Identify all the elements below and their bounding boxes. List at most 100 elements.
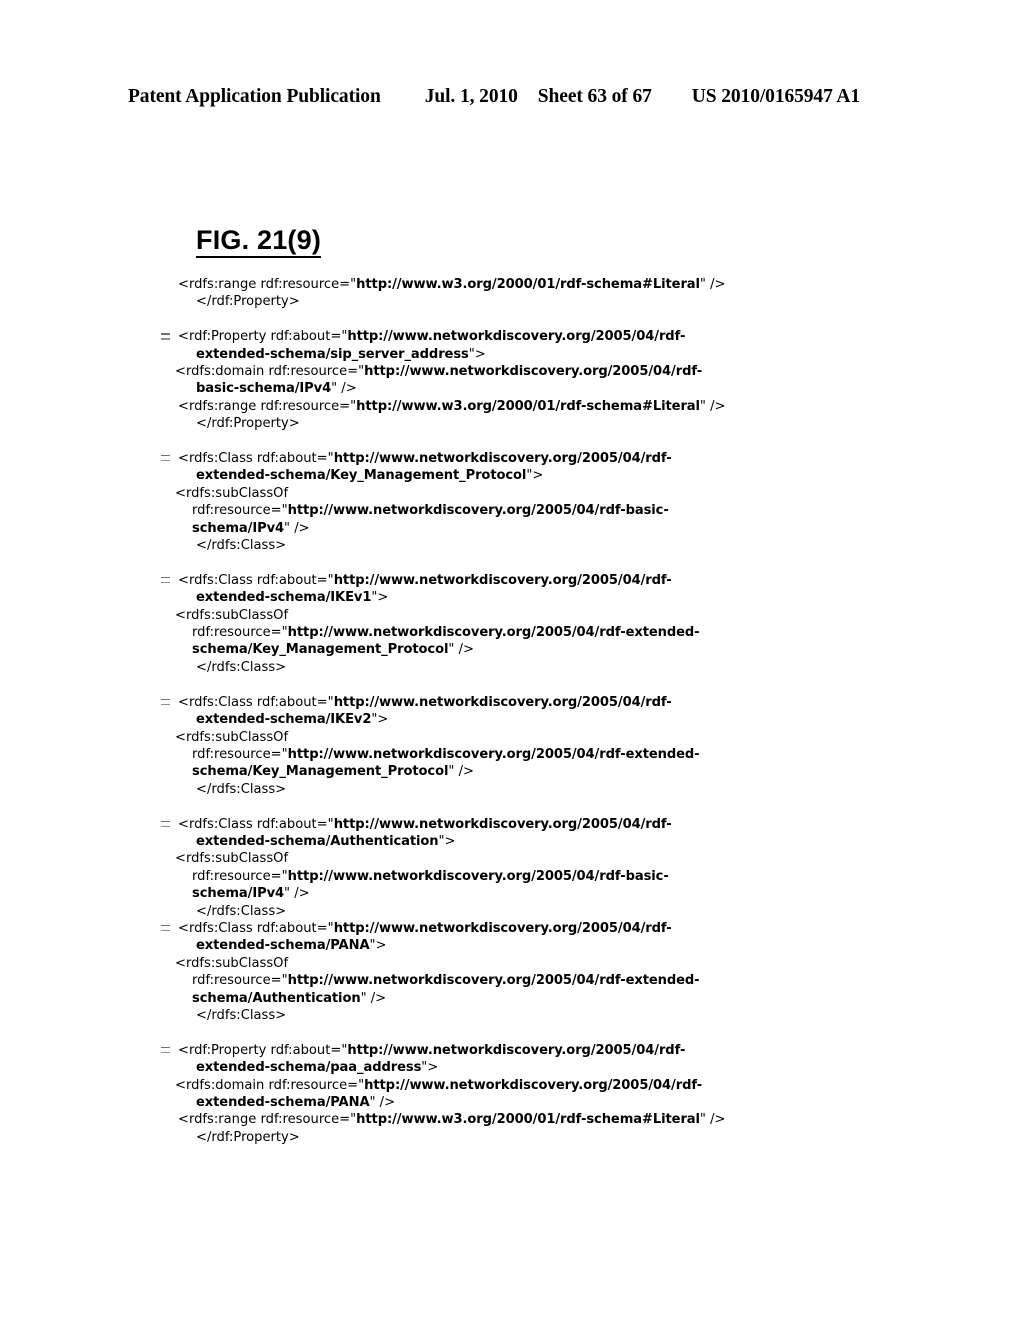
xml-tag: " /> — [448, 764, 474, 780]
xml-tag: "> — [371, 590, 389, 606]
resource-uri: http://www.networkdiscovery.org/2005/04/… — [347, 329, 686, 345]
xml-tag: rdf:resource=" — [192, 746, 288, 762]
xml-tag: rdf:resource=" — [192, 868, 288, 884]
resource-uri: extended-schema/IKEv1 — [196, 590, 372, 606]
code-line: <rdfs:Class rdf:about="http://www.networ… — [158, 816, 858, 833]
code-line: </rdfs:Class> — [158, 659, 858, 676]
code-line: <rdfs:range rdf:resource="http://www.w3.… — [158, 1111, 858, 1128]
resource-uri: schema/Key_Management_Protocol — [192, 642, 449, 658]
resource-uri: http://www.w3.org/2000/01/rdf-schema#Lit… — [356, 398, 700, 414]
xml-tag: "> — [371, 712, 389, 728]
sheet-number: Sheet 63 of 67 — [537, 86, 652, 107]
xml-tag: " /> — [699, 277, 726, 292]
xml-tag: </rdf:Property> — [196, 294, 300, 310]
collapse-toggle-icon[interactable] — [160, 1044, 171, 1056]
code-line: basic-schema/IPv4" /> — [158, 380, 858, 397]
resource-uri: http://www.networkdiscovery.org/2005/04/… — [347, 1042, 686, 1058]
resource-uri: http://www.networkdiscovery.org/2005/04/… — [287, 973, 700, 989]
xml-tag: " /> — [360, 990, 387, 1006]
code-line: rdf:resource="http://www.networkdiscover… — [158, 972, 858, 989]
code-line: </rdf:Property> — [158, 293, 858, 310]
collapse-toggle-icon[interactable] — [160, 574, 171, 586]
resource-uri: http://www.networkdiscovery.org/2005/04/… — [333, 694, 672, 710]
resource-uri: http://www.networkdiscovery.org/2005/04/… — [364, 364, 703, 380]
collapse-toggle-icon[interactable] — [160, 696, 171, 708]
xml-tag: <rdfs:Class rdf:about=" — [178, 451, 334, 467]
collapse-toggle-icon[interactable] — [160, 330, 171, 342]
xml-tag: " /> — [331, 381, 357, 397]
resource-uri: extended-schema/paa_address — [196, 1060, 422, 1076]
resource-uri: http://www.w3.org/2000/01/rdf-schema#Lit… — [356, 1112, 700, 1128]
xml-tag: " /> — [369, 1095, 396, 1110]
resource-uri: http://www.networkdiscovery.org/2005/04/… — [364, 1077, 703, 1093]
xml-tag: <rdfs:Class rdf:about=" — [178, 920, 334, 936]
resource-uri: schema/IPv4 — [192, 886, 285, 902]
code-line: rdf:resource="http://www.networkdiscover… — [158, 502, 858, 519]
code-line: extended-schema/paa_address"> — [158, 1059, 858, 1076]
xml-tag: <rdfs:domain rdf:resource=" — [175, 364, 365, 380]
xml-tag: "> — [438, 833, 456, 849]
xml-tag: "> — [468, 346, 486, 362]
xml-tag: <rdfs:range rdf:resource=" — [178, 1112, 357, 1128]
figure-label: FIG. 21(9) — [196, 226, 322, 259]
code-line: <rdfs:subClassOf — [158, 729, 858, 746]
xml-tag: <rdf:Property rdf:about=" — [178, 1042, 348, 1058]
resource-uri: http://www.networkdiscovery.org/2005/04/… — [333, 451, 672, 467]
code-line: <rdfs:subClassOf — [158, 955, 858, 972]
code-line: </rdf:Property> — [158, 1129, 858, 1146]
resource-uri: schema/IPv4 — [192, 520, 285, 536]
code-line: <rdfs:Class rdf:about="http://www.networ… — [158, 572, 858, 589]
code-line: rdf:resource="http://www.networkdiscover… — [158, 624, 858, 641]
resource-uri: schema/Key_Management_Protocol — [192, 764, 449, 780]
resource-uri: http://www.w3.org/2000/01/rdf-schema#Lit… — [356, 277, 700, 292]
resource-uri: http://www.networkdiscovery.org/2005/04/… — [333, 572, 672, 588]
resource-uri: http://www.networkdiscovery.org/2005/04/… — [333, 816, 672, 832]
code-line: extended-schema/PANA" /> — [158, 1094, 858, 1111]
resource-uri: http://www.networkdiscovery.org/2005/04/… — [287, 503, 669, 519]
resource-uri: extended-schema/sip_server_address — [196, 346, 469, 362]
xml-tag: rdf:resource=" — [192, 973, 288, 989]
xml-tag: </rdf:Property> — [196, 416, 300, 432]
rdf-schema-code-listing: <rdfs:range rdf:resource="http://www.w3.… — [158, 276, 858, 1146]
resource-uri: extended-schema/IKEv2 — [196, 712, 372, 728]
resource-uri: extended-schema/Authentication — [196, 833, 439, 849]
xml-tag: </rdfs:Class> — [196, 1007, 287, 1023]
xml-tag: " /> — [699, 398, 726, 414]
xml-tag: " /> — [448, 642, 474, 658]
resource-uri: extended-schema/PANA — [196, 1095, 370, 1110]
code-line: <rdfs:Class rdf:about="http://www.networ… — [158, 694, 858, 711]
code-line: schema/IPv4" /> — [158, 885, 858, 902]
xml-tag: <rdfs:domain rdf:resource=" — [175, 1077, 365, 1093]
xml-tag: <rdfs:Class rdf:about=" — [178, 572, 334, 588]
resource-uri: http://www.networkdiscovery.org/2005/04/… — [287, 868, 669, 884]
xml-tag: </rdfs:Class> — [196, 659, 287, 675]
xml-tag: rdf:resource=" — [192, 503, 288, 519]
xml-tag: "> — [421, 1060, 439, 1076]
xml-tag: "> — [369, 938, 387, 954]
code-line: <rdfs:subClassOf — [158, 850, 858, 867]
xml-tag: " /> — [284, 520, 310, 536]
code-line: extended-schema/sip_server_address"> — [158, 346, 858, 363]
xml-tag: <rdfs:range rdf:resource=" — [178, 398, 357, 414]
code-line: <rdfs:domain rdf:resource="http://www.ne… — [158, 363, 858, 380]
xml-tag: <rdfs:range rdf:resource=" — [178, 277, 357, 292]
xml-tag: <rdfs:subClassOf — [175, 955, 289, 971]
code-line: schema/Authentication" /> — [158, 990, 858, 1007]
resource-uri: http://www.networkdiscovery.org/2005/04/… — [287, 625, 700, 641]
xml-tag: rdf:resource=" — [192, 625, 288, 641]
code-line: schema/Key_Management_Protocol" /> — [158, 641, 858, 658]
xml-tag: <rdfs:Class rdf:about=" — [178, 694, 334, 710]
code-line: schema/IPv4" /> — [158, 520, 858, 537]
xml-tag: " /> — [284, 886, 310, 902]
code-line: extended-schema/Key_Management_Protocol"… — [158, 467, 858, 484]
xml-tag: <rdfs:subClassOf — [175, 729, 289, 745]
collapse-toggle-icon[interactable] — [160, 922, 171, 934]
code-line: <rdfs:subClassOf — [158, 485, 858, 502]
code-line: </rdfs:Class> — [158, 781, 858, 798]
code-line: extended-schema/IKEv2"> — [158, 711, 858, 728]
collapse-toggle-icon[interactable] — [160, 818, 171, 830]
code-line: <rdfs:subClassOf — [158, 607, 858, 624]
code-line: schema/Key_Management_Protocol" /> — [158, 763, 858, 780]
publication-date: Jul. 1, 2010 — [424, 86, 518, 107]
collapse-toggle-icon[interactable] — [160, 452, 171, 464]
